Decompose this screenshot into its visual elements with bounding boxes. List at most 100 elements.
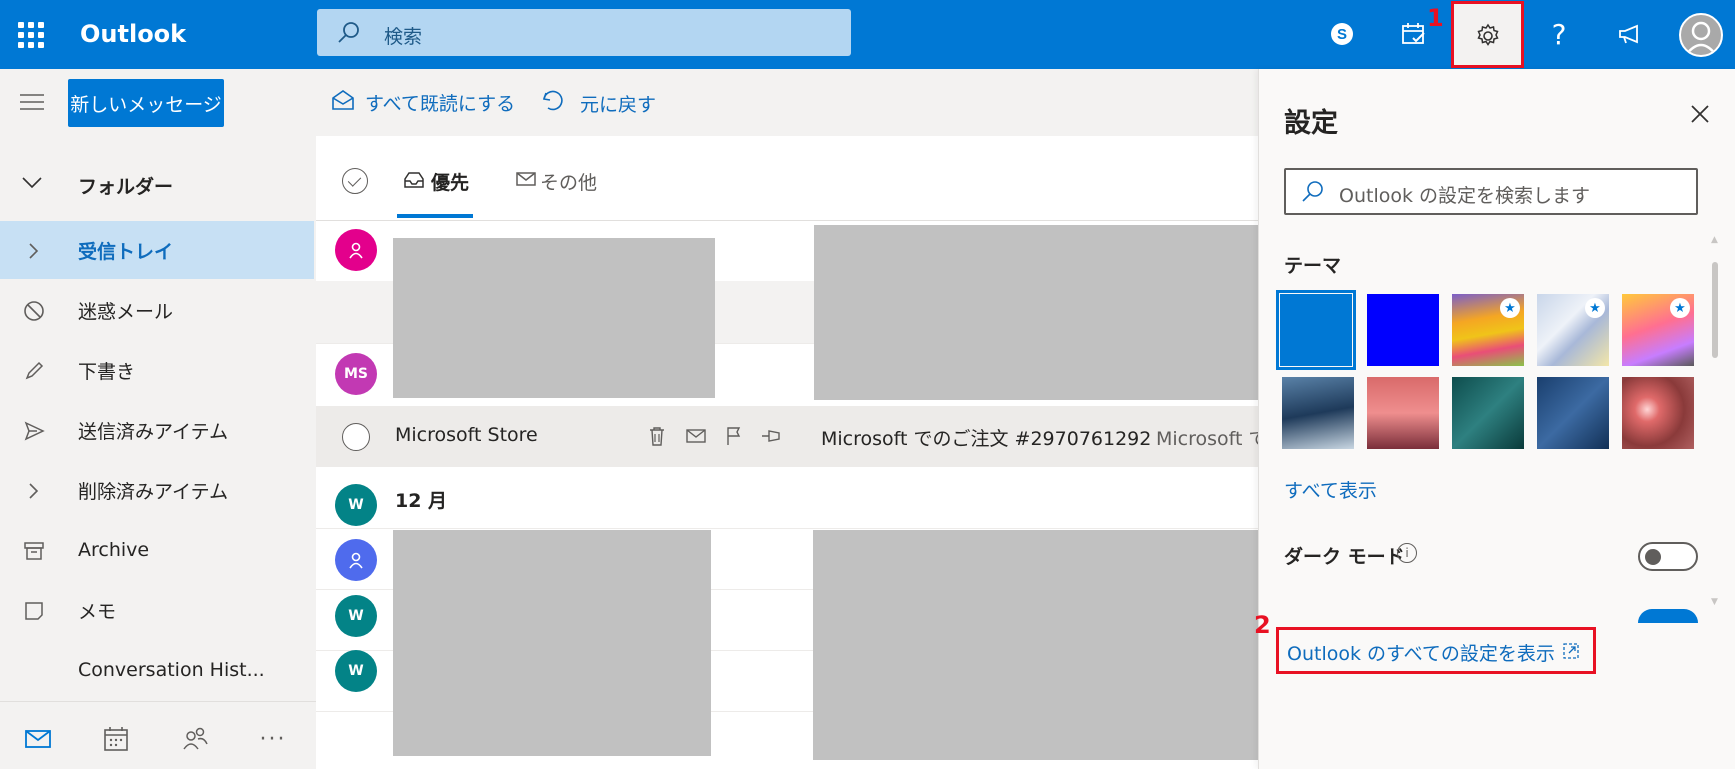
avatar[interactable]: W — [335, 484, 377, 526]
mail-other-icon — [516, 170, 538, 193]
undo-icon — [540, 89, 564, 118]
blocked-icon — [22, 299, 46, 323]
nav-item-drafts[interactable]: 下書き — [0, 341, 314, 399]
message-preview: Microsoft で — [1156, 428, 1258, 450]
toggle-knob — [1645, 549, 1661, 565]
nav-item-label: 削除済みアイテム — [78, 480, 229, 503]
hamburger-menu-icon[interactable] — [20, 93, 44, 115]
mail-icon[interactable] — [23, 724, 53, 754]
theme-swatch-bright-blue[interactable] — [1367, 294, 1439, 366]
pin-icon[interactable] — [761, 425, 783, 447]
top-bar: Outlook 検索 S 1 ? — [0, 0, 1735, 69]
chevron-right-icon — [22, 479, 46, 503]
avatar[interactable]: MS — [335, 353, 377, 395]
settings-search-input[interactable]: Outlook の設定を検索します — [1284, 168, 1698, 215]
close-icon[interactable] — [1689, 103, 1713, 127]
feedback-megaphone-icon[interactable] — [1610, 14, 1650, 54]
tab-focused-label: 優先 — [431, 172, 470, 194]
envelope-open-icon — [331, 89, 355, 116]
redacted-block — [393, 530, 711, 756]
command-bar: すべて既読にする 元に戻す — [316, 69, 1258, 136]
row-select-radio[interactable] — [342, 423, 370, 451]
nav-item-junk[interactable]: 迷惑メール — [0, 281, 314, 339]
tab-focused[interactable]: 優先 — [403, 168, 469, 195]
nav-item-conversation-history[interactable]: Conversation Hist... — [0, 641, 314, 699]
theme-swatch-rainbow[interactable]: ★ — [1452, 294, 1524, 366]
star-icon: ★ — [1500, 298, 1520, 318]
settings-title: 設定 — [1284, 108, 1338, 139]
chevron-down-icon — [22, 175, 42, 194]
theme-swatch-circuit[interactable] — [1452, 377, 1524, 449]
annotation-step-1: 1 — [1427, 4, 1444, 32]
theme-swatch-lights[interactable] — [1622, 377, 1694, 449]
avatar[interactable]: W — [335, 595, 377, 637]
nav-item-label: メモ — [78, 600, 117, 623]
module-switcher: ··· — [0, 701, 316, 769]
folders-header[interactable]: フォルダー — [0, 159, 316, 209]
info-icon[interactable]: i — [1397, 543, 1417, 563]
mark-read-icon[interactable] — [685, 425, 707, 447]
setting-toggle-partial[interactable] — [1638, 609, 1698, 623]
message-sender: Microsoft Store — [395, 424, 538, 446]
mark-all-read-button[interactable]: すべて既読にする — [331, 89, 515, 116]
avatar[interactable] — [335, 229, 377, 271]
nav-item-label: Archive — [78, 539, 150, 561]
scroll-up-icon[interactable]: ▲ — [1711, 235, 1718, 245]
undo-label: 元に戻す — [580, 94, 657, 116]
search-box[interactable]: 検索 — [317, 9, 851, 56]
nav-item-label: 下書き — [78, 360, 136, 383]
avatar[interactable]: W — [335, 650, 377, 692]
nav-item-inbox[interactable]: 受信トレイ — [0, 221, 314, 279]
nav-item-sent[interactable]: 送信済みアイテム — [0, 401, 314, 459]
theme-label: テーマ — [1284, 255, 1342, 277]
send-icon — [22, 419, 46, 443]
settings-button[interactable] — [1451, 1, 1524, 68]
people-icon[interactable] — [180, 724, 210, 754]
tab-other[interactable]: その他 — [516, 168, 597, 195]
new-message-button[interactable]: 新しいメッセージ — [68, 79, 224, 127]
nav-item-label: 送信済みアイテム — [78, 420, 229, 443]
star-icon: ★ — [1670, 298, 1690, 318]
month-header: 12 月 — [395, 490, 448, 512]
settings-scrollbar-thumb[interactable] — [1712, 262, 1718, 358]
settings-pane: 設定 Outlook の設定を検索します テーマ ★ ★ ★ すべて表示 ダーク… — [1254, 69, 1735, 769]
account-avatar-icon[interactable] — [1679, 13, 1723, 57]
flag-icon[interactable] — [723, 425, 745, 447]
redacted-block — [813, 530, 1258, 760]
theme-swatch-anime[interactable]: ★ — [1622, 294, 1694, 366]
nav-item-notes[interactable]: メモ — [0, 581, 314, 639]
message-row-selected[interactable]: Microsoft Store Microsoft でのご注文 #2970761… — [316, 406, 1258, 466]
avatar[interactable] — [335, 539, 377, 581]
skype-icon[interactable]: S — [1322, 14, 1362, 54]
theme-swatch-wave[interactable] — [1282, 377, 1354, 449]
show-all-themes-link[interactable]: すべて表示 — [1284, 476, 1377, 503]
dark-mode-toggle[interactable] — [1638, 542, 1698, 571]
theme-swatch-blue-selected[interactable] — [1276, 290, 1356, 370]
app-launcher-icon[interactable] — [18, 22, 44, 48]
more-icon[interactable]: ··· — [258, 724, 288, 754]
view-all-settings-link[interactable]: Outlook のすべての設定を表示 — [1287, 639, 1555, 666]
scroll-down-icon[interactable]: ▼ — [1711, 597, 1718, 607]
row-divider — [316, 466, 1258, 467]
settings-search-placeholder: Outlook の設定を検索します — [1339, 185, 1591, 207]
open-in-new-icon[interactable] — [1563, 643, 1581, 661]
message-subject: Microsoft でのご注文 #2970761292 — [821, 428, 1152, 450]
theme-swatch-pastel[interactable]: ★ — [1537, 294, 1609, 366]
tab-active-indicator — [397, 214, 473, 218]
undo-button[interactable]: 元に戻す — [540, 89, 656, 118]
tab-other-label: その他 — [540, 172, 598, 194]
chevron-right-icon — [22, 239, 46, 263]
select-all-checkbox[interactable] — [342, 168, 368, 194]
annotation-step-2: 2 — [1254, 611, 1271, 639]
row-divider — [316, 528, 1258, 529]
theme-swatch-aviation[interactable] — [1537, 377, 1609, 449]
nav-item-archive[interactable]: Archive — [0, 521, 314, 579]
theme-swatch-sunset-palms[interactable] — [1367, 377, 1439, 449]
delete-icon[interactable] — [646, 425, 668, 447]
help-icon[interactable]: ? — [1539, 14, 1579, 54]
redacted-block — [814, 225, 1258, 400]
nav-item-deleted[interactable]: 削除済みアイテム — [0, 461, 314, 519]
calendar-icon[interactable] — [101, 724, 131, 754]
settings-gear-icon — [1474, 22, 1502, 54]
app-title[interactable]: Outlook — [80, 20, 186, 48]
